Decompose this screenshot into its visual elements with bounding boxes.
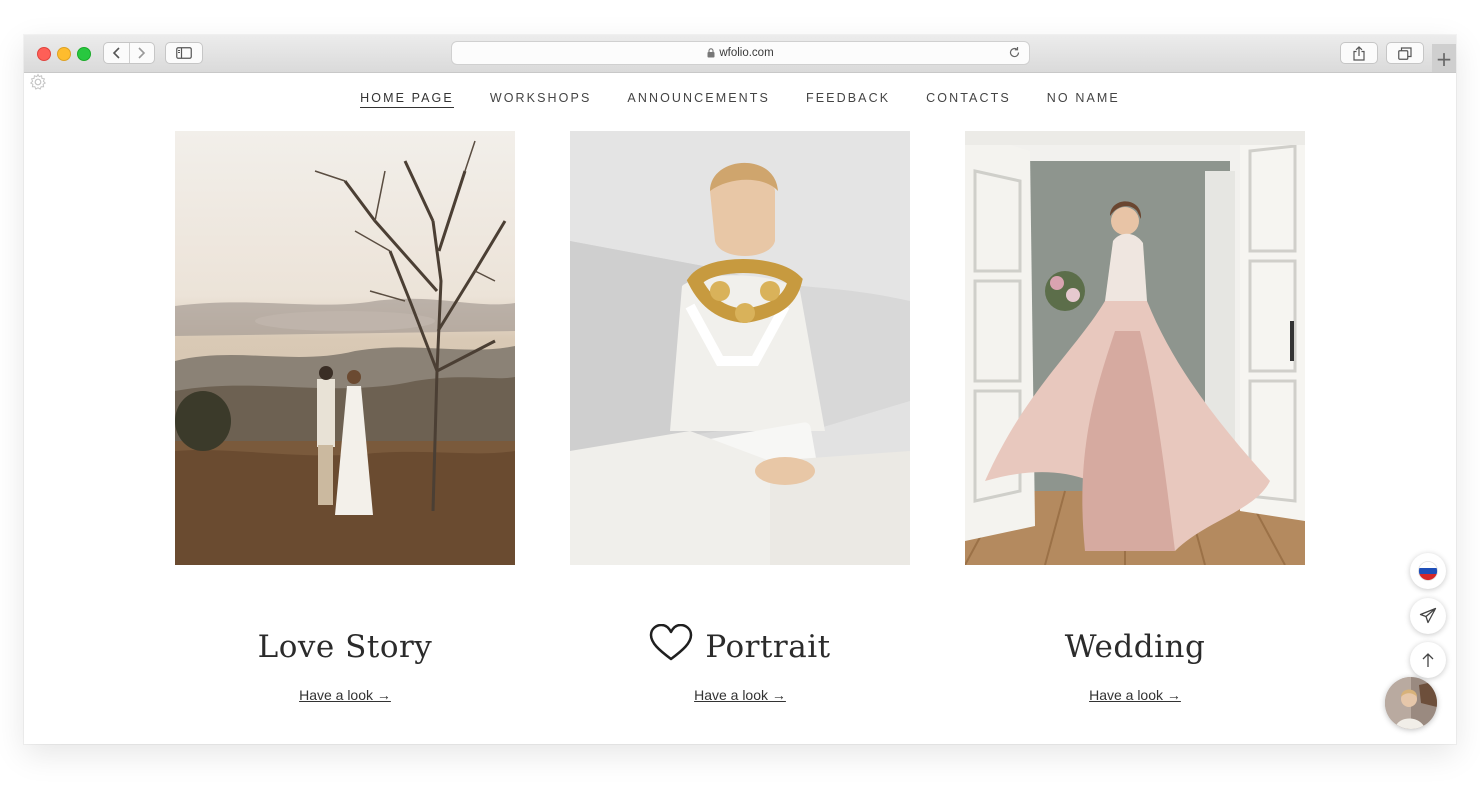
message-button[interactable] [1410,598,1446,634]
close-window-button[interactable] [37,47,51,61]
site-nav: HOME PAGE WORKSHOPS ANNOUNCEMENTS FEEDBA… [24,91,1456,108]
new-tab-button[interactable]: + [1432,44,1456,72]
card-title-text: Wedding [1064,629,1206,665]
russia-flag-icon [1418,561,1438,581]
share-icon [1353,45,1365,61]
card-title-text: Portrait [705,629,831,665]
nav-item-workshops[interactable]: WORKSHOPS [490,91,592,108]
love-story-photo[interactable] [175,131,515,565]
nav-item-announcements[interactable]: ANNOUNCEMENTS [627,91,770,108]
sidebar-icon [176,47,192,59]
tabs-icon [1398,46,1412,60]
heart-icon[interactable] [649,623,693,670]
arrow-up-icon [1422,653,1434,667]
history-nav [103,42,155,64]
wedding-photo[interactable] [965,131,1305,565]
card-title-love-story: Love Story [175,625,515,669]
card-title-wedding: Wedding [965,625,1305,669]
browser-window: wfolio.com + HOME PAGE WORKSHOPS ANNOUNC… [24,35,1456,744]
address-bar[interactable]: wfolio.com [451,41,1030,65]
scroll-to-top-button[interactable] [1410,642,1446,678]
minimize-window-button[interactable] [57,47,71,61]
chevron-left-icon [112,47,120,59]
nav-item-feedback[interactable]: FEEDBACK [806,91,890,108]
browser-toolbar: wfolio.com + [24,35,1456,73]
nav-item-contacts[interactable]: CONTACTS [926,91,1011,108]
have-a-look-link-love-story[interactable]: Have a look → [175,687,515,703]
avatar[interactable] [1385,677,1437,729]
lock-icon [707,48,715,58]
gallery-card-love-story: Love Story Have a look → [175,131,515,703]
chevron-right-icon [138,47,146,59]
zoom-window-button[interactable] [77,47,91,61]
card-title-portrait: Portrait [570,623,910,670]
gallery-card-portrait: Portrait Have a look → [570,131,910,703]
reload-icon [1009,47,1020,58]
card-title-text: Love Story [257,629,433,665]
portrait-photo[interactable] [570,131,910,565]
back-button[interactable] [104,43,130,63]
share-button[interactable] [1340,42,1378,64]
forward-button[interactable] [130,43,155,63]
nav-item-no-name[interactable]: NO NAME [1047,91,1120,108]
language-switch-button[interactable] [1410,553,1446,589]
gallery-card-wedding: Wedding Have a look → [965,131,1305,703]
url-text: wfolio.com [719,47,774,59]
reload-button[interactable] [1008,46,1021,64]
paper-plane-icon [1419,607,1437,624]
tab-overview-button[interactable] [1386,42,1424,64]
sidebar-toggle-button[interactable] [165,42,203,64]
have-a-look-link-portrait[interactable]: Have a look → [570,687,910,703]
have-a-look-link-wedding[interactable]: Have a look → [965,687,1305,703]
nav-item-home-page[interactable]: HOME PAGE [360,91,454,108]
